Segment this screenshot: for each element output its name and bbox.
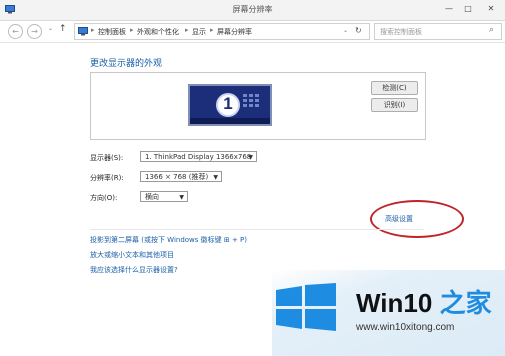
breadcrumb-separator: ▸ <box>185 26 189 34</box>
detect-button[interactable]: 检测(C) <box>371 81 418 95</box>
back-button[interactable]: ← <box>8 24 23 39</box>
up-button[interactable]: ↑ <box>59 24 67 34</box>
watermark-title: Win10 之家 <box>356 283 492 320</box>
watermark-url: www.win10xitong.com <box>356 322 455 333</box>
chevron-down-icon: ▼ <box>213 174 218 181</box>
divider <box>90 229 424 230</box>
display-select[interactable]: 1. ThinkPad Display 1366x768 ▼ <box>140 151 257 162</box>
text-size-link[interactable]: 放大或缩小文本和其他项目 <box>90 250 174 260</box>
minimize-button[interactable]: — <box>442 3 456 15</box>
resolution-select[interactable]: 1366 × 768 (推荐) ▼ <box>140 171 222 182</box>
search-input[interactable]: 搜索控制面板 <box>380 27 422 37</box>
windows-logo-icon <box>276 283 336 331</box>
recent-dropdown-icon[interactable]: ⌄ <box>48 25 53 32</box>
display-select-value: 1. ThinkPad Display 1366x768 <box>145 153 252 161</box>
resolution-label: 分辨率(R): <box>90 174 124 182</box>
breadcrumb-control-panel[interactable]: 控制面板 <box>98 27 126 37</box>
search-icon[interactable]: ⌕ <box>489 25 494 35</box>
refresh-icon[interactable]: ↻ <box>355 26 362 35</box>
monitor-1-thumbnail[interactable]: 1 <box>188 84 272 126</box>
breadcrumb-appearance[interactable]: 外观和个性化 <box>137 27 179 37</box>
breadcrumb-separator: ▸ <box>210 26 214 34</box>
orientation-select-value: 横向 <box>145 193 159 201</box>
address-bar: ← → ⌄ ↑ ▸ 控制面板 ▸ 外观和个性化 ▸ 显示 ▸ 屏幕分辨率 ⌄ ↻… <box>0 21 505 43</box>
display-label: 显示器(S): <box>90 154 124 162</box>
maximize-button[interactable]: □ <box>461 3 475 15</box>
orientation-label: 方向(O): <box>90 194 118 202</box>
control-panel-icon <box>78 27 88 36</box>
breadcrumb-screen-resolution[interactable]: 屏幕分辨率 <box>217 27 252 37</box>
breadcrumb[interactable]: ▸ 控制面板 ▸ 外观和个性化 ▸ 显示 ▸ 屏幕分辨率 ⌄ ↻ <box>74 23 370 40</box>
project-second-screen-link[interactable]: 投影到第二屏幕 (或按下 Windows 徽标键 ⊞ + P) <box>90 235 247 245</box>
display-help-link[interactable]: 我应该选择什么显示器设置? <box>90 265 178 275</box>
address-dropdown-icon[interactable]: ⌄ <box>343 27 348 34</box>
forward-button[interactable]: → <box>27 24 42 39</box>
breadcrumb-separator: ▸ <box>130 26 134 34</box>
monitor-number: 1 <box>223 94 233 113</box>
chevron-down-icon: ▼ <box>248 154 253 161</box>
watermark-title-suffix: 之家 <box>432 288 492 318</box>
resolution-select-value: 1366 × 768 (推荐) <box>145 173 209 181</box>
search-field[interactable]: 搜索控制面板 ⌕ <box>374 23 502 40</box>
chevron-down-icon: ▼ <box>179 194 184 201</box>
advanced-settings-link[interactable]: 高级设置 <box>385 214 413 224</box>
identify-button[interactable]: 识别(I) <box>371 98 418 112</box>
breadcrumb-display[interactable]: 显示 <box>192 27 206 37</box>
orientation-select[interactable]: 横向 ▼ <box>140 191 188 202</box>
window-title: 屏幕分辨率 <box>232 5 273 14</box>
watermark-title-prefix: Win10 <box>356 288 433 318</box>
title-bar: 屏幕分辨率 — □ ✕ <box>0 0 505 21</box>
breadcrumb-separator: ▸ <box>91 26 95 34</box>
page-title: 更改显示器的外观 <box>90 59 163 69</box>
close-button[interactable]: ✕ <box>484 3 498 15</box>
